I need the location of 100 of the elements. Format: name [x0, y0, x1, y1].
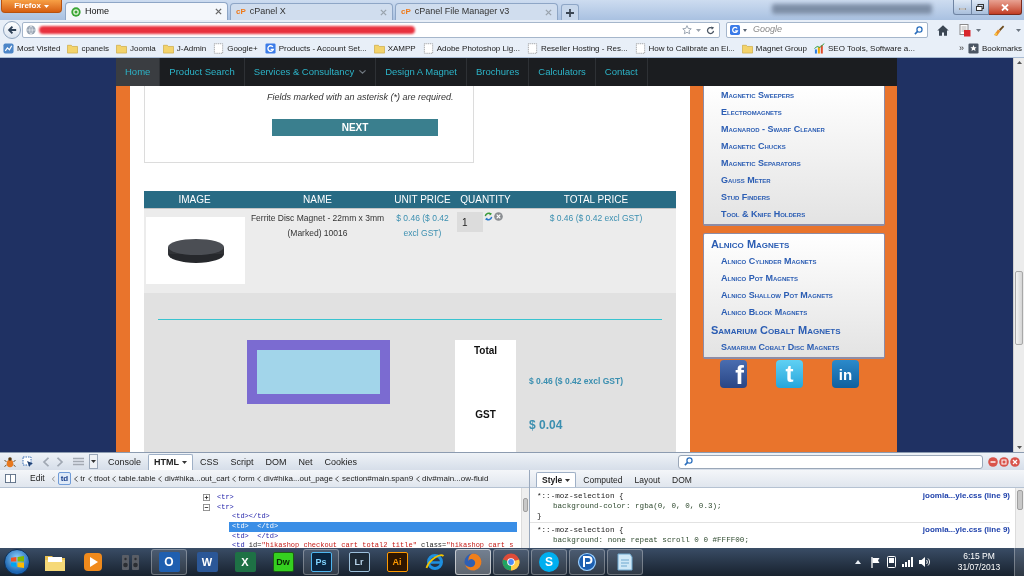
breadcrumb-link[interactable]: form: [238, 473, 255, 484]
panel-tab[interactable]: Script: [225, 455, 259, 470]
excel-icon[interactable]: X: [234, 552, 256, 572]
search-engine-icon[interactable]: [730, 25, 740, 35]
tab[interactable]: cP cPanel File Manager v3: [395, 3, 558, 20]
split-view-icon[interactable]: [5, 474, 16, 483]
category-link[interactable]: Electromagnets: [721, 104, 782, 121]
internet-explorer-icon[interactable]: [425, 552, 445, 572]
chrome-icon[interactable]: [501, 552, 521, 572]
scrollbar-thumb[interactable]: [523, 498, 528, 512]
panel-tab[interactable]: DOM: [667, 473, 697, 487]
bookmark-item[interactable]: SEO Tools, Software a...: [814, 42, 915, 55]
scroll-up-icon[interactable]: [1017, 61, 1022, 64]
search-field[interactable]: [678, 454, 983, 469]
dreamweaver-icon[interactable]: Dw: [272, 552, 294, 572]
panel-tab[interactable]: HTML: [148, 454, 194, 470]
lightroom-icon[interactable]: Lr: [348, 552, 370, 572]
panel-tab[interactable]: Style: [536, 472, 577, 487]
bookmarks-menu-button[interactable]: Bookmarks: [968, 42, 1022, 55]
category-link[interactable]: Magnetic Sweepers: [721, 87, 794, 104]
breadcrumb-link[interactable]: tr: [80, 473, 86, 484]
detach-panel-button[interactable]: [999, 456, 1009, 467]
address-field[interactable]: [22, 22, 720, 38]
panel-tab[interactable]: Cookies: [319, 455, 363, 470]
tab[interactable]: cP cPanel X: [230, 3, 393, 20]
category-link[interactable]: Stud Finders: [721, 189, 770, 206]
breadcrumb-link[interactable]: section#main.span9: [341, 473, 414, 484]
taskbar-button[interactable]: [607, 549, 643, 575]
volume-icon[interactable]: [919, 557, 930, 567]
category-link[interactable]: Alnico Block Magnets: [721, 304, 808, 321]
bookmark-item[interactable]: Google+: [213, 42, 258, 55]
taskbar-button[interactable]: [569, 549, 605, 575]
remove-icon[interactable]: [494, 212, 503, 221]
outlook-icon[interactable]: O: [158, 552, 180, 572]
category-link[interactable]: Gauss Meter: [721, 172, 771, 189]
category-link[interactable]: Alnico Cylinder Magnets: [721, 253, 817, 270]
caret-icon[interactable]: [696, 28, 701, 32]
category-link[interactable]: Alnico Pot Magnets: [721, 270, 798, 287]
category-link[interactable]: Magnetic Separators: [721, 155, 801, 172]
category-link[interactable]: Magnetic Chucks: [721, 138, 786, 155]
category-heading[interactable]: Samarium Cobalt Magnets: [711, 321, 841, 339]
category-heading[interactable]: Alnico Magnets: [711, 235, 790, 253]
breadcrumb-link[interactable]: div#hika...out_cart: [164, 473, 230, 484]
category-link[interactable]: Samarium Cobalt Disc Magnets: [721, 339, 840, 356]
minimize-panel-button[interactable]: [988, 456, 998, 467]
firebug-icon[interactable]: [4, 455, 16, 468]
bookmark-item[interactable]: Adobe Photoshop Lig...: [422, 42, 520, 55]
breadcrumb-link[interactable]: tfoot: [94, 473, 110, 484]
dropdown-button[interactable]: [89, 454, 98, 469]
caret-icon[interactable]: [743, 28, 747, 32]
category-link[interactable]: Tool & Knife Holders: [721, 206, 806, 223]
css-source-link[interactable]: joomla...yle.css (line 9): [922, 491, 1010, 501]
panel-tab[interactable]: CSS: [195, 455, 224, 470]
panel-tab[interactable]: Computed: [578, 473, 628, 487]
bookmark-item[interactable]: XAMPP: [373, 42, 416, 55]
word-icon[interactable]: W: [196, 552, 218, 572]
breadcrumb-link[interactable]: td: [57, 472, 72, 485]
nav-link[interactable]: Home: [116, 58, 161, 86]
close-icon[interactable]: [215, 8, 222, 15]
category-link[interactable]: Magnarod - Swarf Cleaner: [721, 121, 825, 138]
back-button[interactable]: [3, 21, 21, 39]
signal-icon[interactable]: [902, 557, 913, 567]
caret-icon[interactable]: [976, 28, 981, 32]
new-tab-button[interactable]: [561, 4, 579, 20]
refresh-icon[interactable]: [484, 212, 493, 221]
start-button[interactable]: [4, 549, 30, 575]
taskbar-button[interactable]: [493, 549, 529, 575]
search-field[interactable]: Google: [726, 22, 928, 38]
scrollbar-thumb[interactable]: [1017, 490, 1023, 510]
collapse-toggle-icon[interactable]: [203, 504, 210, 512]
facebook-icon[interactable]: f: [720, 360, 747, 388]
bookmark-item[interactable]: Joomla: [116, 42, 156, 55]
play-icon[interactable]: [83, 552, 103, 572]
search-icon[interactable]: [914, 25, 923, 35]
css-source-link[interactable]: joomla...yle.css (line 9): [922, 525, 1010, 535]
bookmarks-overflow-button[interactable]: »: [958, 41, 964, 56]
breadcrumb-link[interactable]: div#main...ow-fluid: [422, 473, 489, 484]
breadcrumb-link[interactable]: div#hika...out_page: [263, 473, 333, 484]
bookmark-item[interactable]: cpanels: [67, 42, 109, 55]
notepad-icon[interactable]: [616, 552, 634, 572]
scrollbar[interactable]: [521, 488, 529, 548]
edit-button[interactable]: Edit: [28, 472, 47, 485]
caret-icon[interactable]: [1016, 28, 1021, 32]
inspect-icon[interactable]: [22, 455, 34, 468]
panel-tab[interactable]: Net: [293, 455, 318, 470]
taskbar-button[interactable]: O: [151, 549, 187, 575]
document-icon[interactable]: [959, 23, 971, 37]
category-link[interactable]: Alnico Shallow Pot Magnets: [721, 287, 833, 304]
show-desktop-button[interactable]: [1014, 548, 1024, 576]
close-button[interactable]: [989, 0, 1022, 15]
scrollbar[interactable]: [1015, 488, 1024, 548]
breadcrumb-link[interactable]: table.table: [118, 473, 156, 484]
scroll-down-icon[interactable]: [1017, 446, 1022, 449]
bookmark-item[interactable]: How to Calibrate an Ei...: [634, 42, 735, 55]
flag-icon[interactable]: [871, 556, 881, 568]
panel-tab[interactable]: Layout: [629, 473, 666, 487]
show-hidden-icons-icon[interactable]: [855, 560, 861, 564]
tab[interactable]: Home: [65, 2, 228, 20]
reload-icon[interactable]: [706, 25, 715, 35]
expand-toggle-icon[interactable]: [203, 494, 210, 502]
